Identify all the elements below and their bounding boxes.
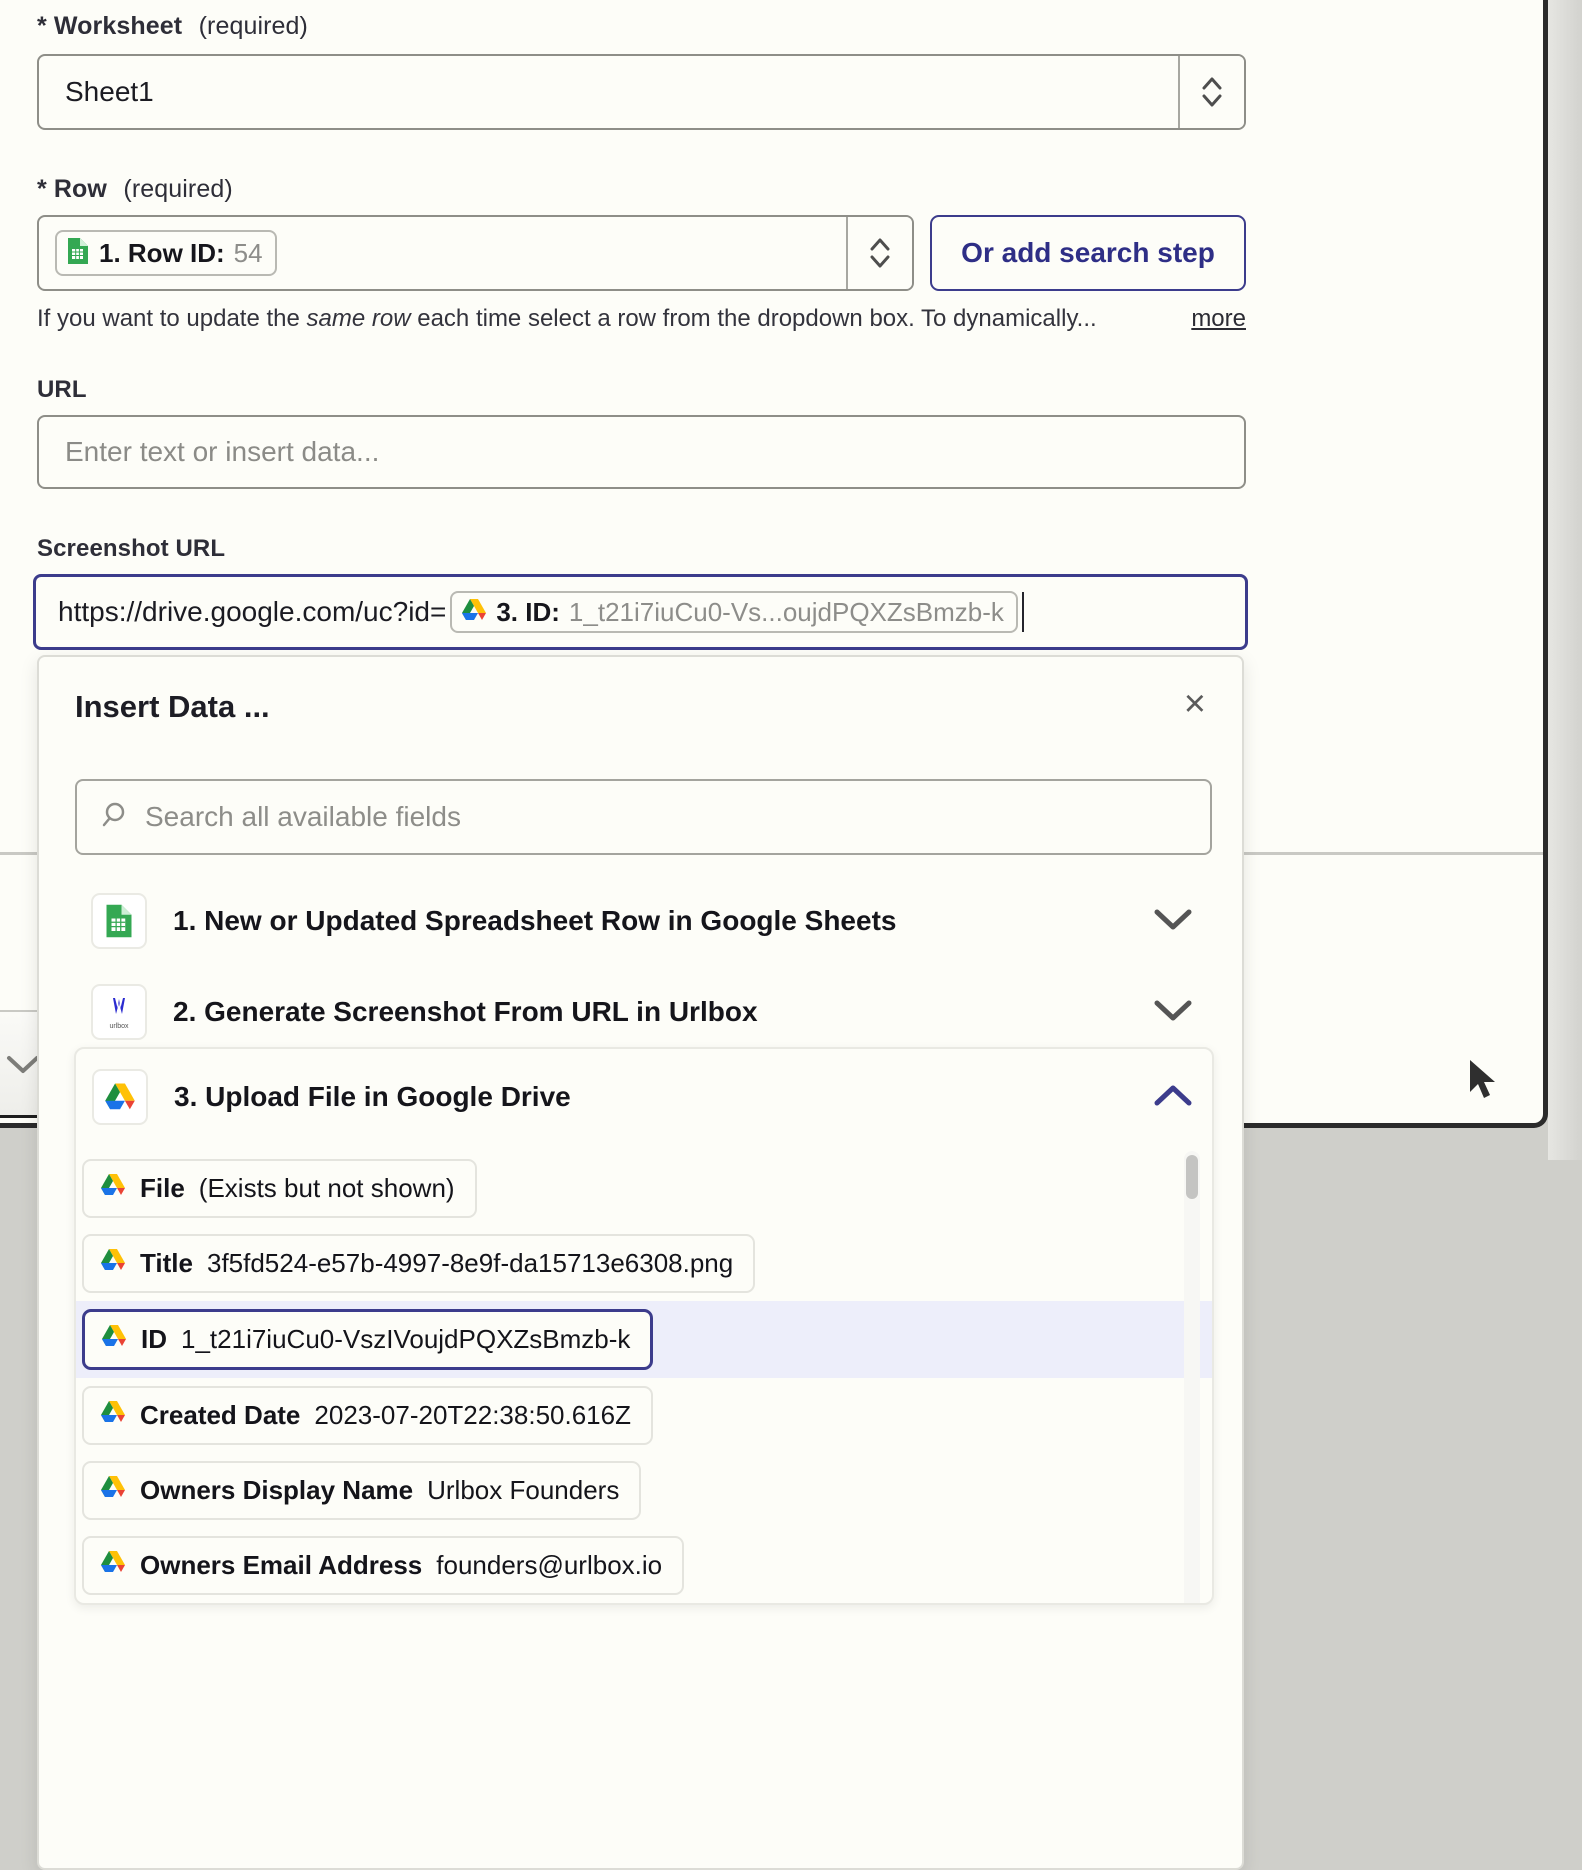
helper-more-link[interactable]: more	[1191, 305, 1246, 333]
or-add-search-step-button[interactable]: Or add search step	[930, 215, 1246, 291]
google-drive-icon	[100, 1173, 126, 1204]
step-group-3-field-list: File (Exists but not shown) Title	[76, 1145, 1212, 1603]
list-item[interactable]: Owners Email Address founders@urlbox.io	[76, 1528, 1212, 1603]
google-drive-icon	[461, 598, 487, 626]
field-pill-owners-email-address[interactable]: Owners Email Address founders@urlbox.io	[82, 1536, 684, 1595]
scrollbar-thumb[interactable]	[1186, 1155, 1198, 1199]
step-group-2[interactable]: urlbox 2. Generate Screenshot From URL i…	[75, 966, 1212, 1058]
screenshot-url-content: https://drive.google.com/uc?id= 3. ID: 1…	[36, 577, 1245, 647]
list-item[interactable]: Title 3f5fd524-e57b-4997-8e9f-da15713e63…	[76, 1226, 1212, 1301]
mouse-cursor-icon	[1468, 1058, 1502, 1109]
urlbox-icon: urlbox	[91, 984, 147, 1040]
google-drive-icon	[100, 1248, 126, 1279]
row-token-label: 1. Row ID:	[99, 240, 225, 266]
screenshot-url-label: Screenshot URL	[37, 535, 225, 563]
row-helper-sentence: If you want to update the same row each …	[37, 305, 1173, 333]
worksheet-required-note: (required)	[199, 12, 308, 40]
step-group-3-title: 3. Upload File in Google Drive	[174, 1081, 1126, 1113]
google-sheets-icon	[91, 893, 147, 949]
row-required-note: (required)	[123, 175, 232, 203]
google-sheets-icon	[66, 237, 90, 269]
url-placeholder: Enter text or insert data...	[39, 417, 1244, 487]
field-pill-file[interactable]: File (Exists but not shown)	[82, 1159, 477, 1218]
field-value: 3f5fd524-e57b-4997-8e9f-da15713e6308.png	[207, 1248, 733, 1279]
form-divider-right	[1244, 852, 1548, 855]
row-helper-text: If you want to update the same row each …	[37, 305, 1246, 333]
field-pill-owners-display-name[interactable]: Owners Display Name Urlbox Founders	[82, 1461, 641, 1520]
field-name: Owners Display Name	[140, 1475, 413, 1506]
drive-token-value: 1_t21i7iuCu0-Vs...oujdPQXZsBmzb-k	[569, 599, 1004, 625]
screenshot-url-text: https://drive.google.com/uc?id=	[58, 596, 446, 628]
search-icon	[99, 800, 129, 835]
step-group-1[interactable]: 1. New or Updated Spreadsheet Row in Goo…	[75, 875, 1212, 967]
step-group-3-header[interactable]: 3. Upload File in Google Drive	[76, 1049, 1212, 1145]
form-divider-left	[0, 852, 37, 855]
row-select[interactable]: 1. Row ID: 54	[37, 215, 914, 291]
google-drive-icon	[100, 1475, 126, 1506]
google-drive-icon	[100, 1550, 126, 1581]
list-item[interactable]: File (Exists but not shown)	[76, 1151, 1212, 1226]
field-value: 1_t21i7iuCu0-VszIVoujdPQXZsBmzb-k	[181, 1324, 630, 1355]
screenshot-url-label-text: Screenshot URL	[37, 535, 225, 562]
step-group-2-title: 2. Generate Screenshot From URL in Urlbo…	[173, 996, 1126, 1028]
drive-token-label: 3. ID:	[496, 599, 560, 625]
search-fields-placeholder: Search all available fields	[145, 801, 461, 833]
worksheet-label: * Worksheet (required)	[37, 12, 308, 41]
google-drive-icon	[100, 1400, 126, 1431]
worksheet-label-text: * Worksheet	[37, 12, 182, 40]
drive-id-token[interactable]: 3. ID: 1_t21i7iuCu0-Vs...oujdPQXZsBmzb-k	[450, 591, 1018, 633]
google-drive-icon	[101, 1324, 127, 1355]
field-value: 2023-07-20T22:38:50.616Z	[314, 1400, 631, 1431]
search-fields-input[interactable]: Search all available fields	[75, 779, 1212, 855]
url-label-text: URL	[37, 376, 87, 403]
field-pill-created-date[interactable]: Created Date 2023-07-20T22:38:50.616Z	[82, 1386, 653, 1445]
list-item[interactable]: Owners Display Name Urlbox Founders	[76, 1453, 1212, 1528]
field-name: Owners Email Address	[140, 1550, 422, 1581]
row-id-token[interactable]: 1. Row ID: 54	[55, 230, 277, 276]
chevron-up-icon[interactable]	[1152, 1082, 1194, 1113]
url-label: URL	[37, 376, 87, 404]
or-add-search-step-label: Or add search step	[961, 237, 1215, 269]
window-drop-shadow	[1548, 0, 1582, 1160]
screenshot-url-input[interactable]: https://drive.google.com/uc?id= 3. ID: 1…	[33, 574, 1248, 650]
close-icon[interactable]: ×	[1184, 685, 1206, 723]
step-group-1-title: 1. New or Updated Spreadsheet Row in Goo…	[173, 905, 1126, 937]
step-group-3: 3. Upload File in Google Drive	[74, 1047, 1214, 1605]
field-name: Title	[140, 1248, 193, 1279]
field-list-scrollbar[interactable]	[1184, 1151, 1200, 1605]
field-value: Urlbox Founders	[427, 1475, 619, 1506]
text-caret	[1022, 592, 1024, 632]
worksheet-stepper-icon[interactable]	[1178, 56, 1244, 128]
row-stepper-icon[interactable]	[846, 217, 912, 289]
field-value: founders@urlbox.io	[436, 1550, 662, 1581]
field-value: (Exists but not shown)	[199, 1173, 455, 1204]
helper-suffix: each time select a row from the dropdown…	[411, 305, 1097, 332]
row-label: * Row (required)	[37, 175, 233, 204]
field-pill-id[interactable]: ID 1_t21i7iuCu0-VszIVoujdPQXZsBmzb-k	[82, 1309, 653, 1370]
row-label-text: * Row	[37, 175, 107, 203]
field-name: ID	[141, 1324, 167, 1355]
chevron-down-icon[interactable]	[1152, 997, 1194, 1028]
field-name: File	[140, 1173, 185, 1204]
worksheet-value: Sheet1	[39, 56, 1178, 128]
url-input[interactable]: Enter text or insert data...	[37, 415, 1246, 489]
row-value-area: 1. Row ID: 54	[39, 217, 846, 289]
google-drive-icon	[92, 1069, 148, 1125]
list-item[interactable]: Created Date 2023-07-20T22:38:50.616Z	[76, 1378, 1212, 1453]
helper-prefix: If you want to update the	[37, 305, 307, 332]
insert-data-panel: Insert Data ... × Search all available f…	[37, 655, 1244, 1870]
insert-data-title: Insert Data ...	[75, 689, 270, 725]
chevron-down-icon[interactable]	[1152, 906, 1194, 937]
worksheet-select[interactable]: Sheet1	[37, 54, 1246, 130]
field-pill-title[interactable]: Title 3f5fd524-e57b-4997-8e9f-da15713e63…	[82, 1234, 755, 1293]
helper-emphasis: same row	[307, 305, 411, 332]
row-token-value: 54	[234, 240, 263, 266]
svg-text:urlbox: urlbox	[109, 1023, 129, 1030]
field-name: Created Date	[140, 1400, 300, 1431]
list-item[interactable]: ID 1_t21i7iuCu0-VszIVoujdPQXZsBmzb-k	[76, 1301, 1212, 1378]
